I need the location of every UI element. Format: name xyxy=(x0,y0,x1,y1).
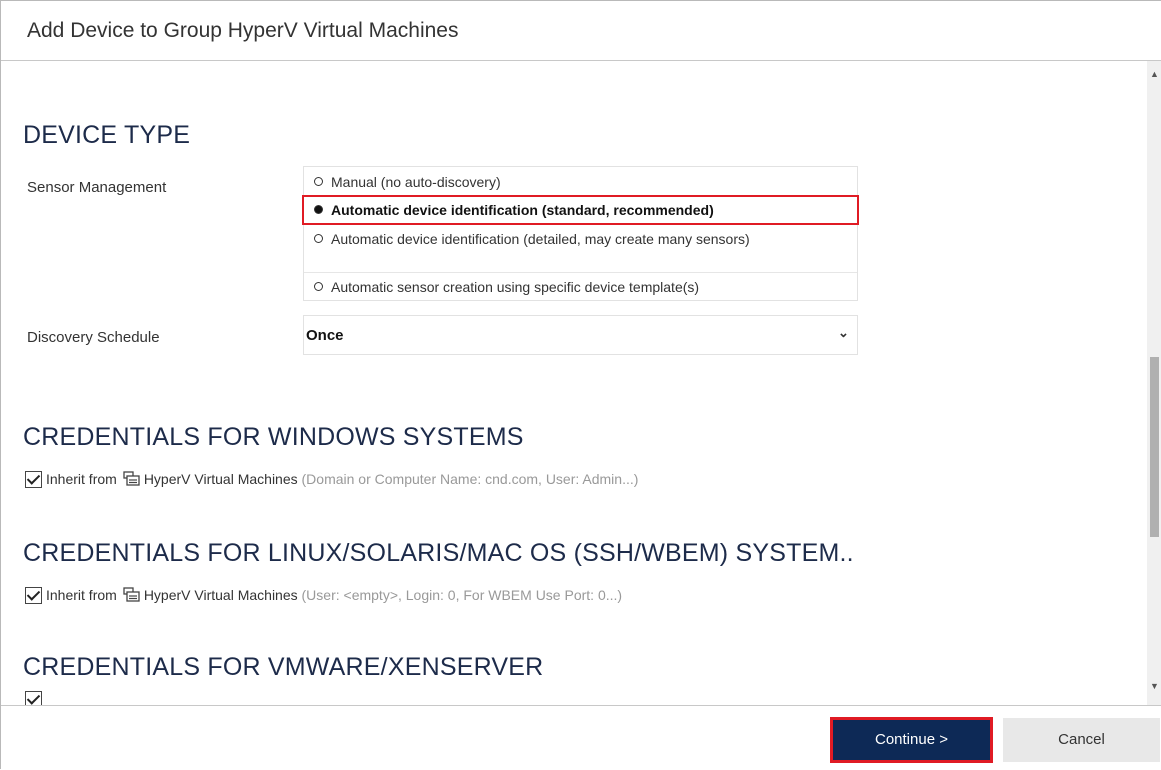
radio-circle-icon xyxy=(314,234,323,243)
selection-highlight-box xyxy=(302,195,859,225)
scroll-up-arrow-icon[interactable]: ▲ xyxy=(1150,69,1159,79)
cancel-button[interactable]: Cancel xyxy=(1003,718,1160,762)
linux-group-link[interactable]: HyperV Virtual Machines xyxy=(144,587,298,603)
discovery-schedule-select[interactable]: Once ⌄ xyxy=(303,315,858,355)
device-type-heading: DEVICE TYPE xyxy=(23,121,191,149)
linux-inherit-checkbox[interactable] xyxy=(25,587,42,604)
radio-circle-icon xyxy=(314,177,323,186)
radio-circle-icon xyxy=(314,282,323,291)
windows-credential-details: (Domain or Computer Name: cnd.com, User:… xyxy=(301,471,639,487)
windows-inherit-row: Inherit from HyperV Virtual Machines (Dom… xyxy=(25,471,638,488)
linux-inherit-row: Inherit from HyperV Virtual Machines (Use… xyxy=(25,587,622,604)
inherit-label: Inherit from xyxy=(46,587,117,603)
divider xyxy=(304,272,857,273)
vertical-scrollbar[interactable]: ▲ ▼ xyxy=(1147,61,1161,705)
radio-auto-detailed[interactable]: Automatic device identification (detaile… xyxy=(304,229,857,249)
group-icon xyxy=(123,471,140,486)
linux-credential-details: (User: <empty>, Login: 0, For WBEM Use P… xyxy=(301,587,623,603)
radio-manual[interactable]: Manual (no auto-discovery) xyxy=(304,172,857,192)
group-icon xyxy=(123,587,140,602)
vmware-credentials-heading: CREDENTIALS FOR VMWARE/XENSERVER xyxy=(23,653,544,681)
radio-manual-label: Manual (no auto-discovery) xyxy=(331,174,501,190)
radio-auto-detailed-label: Automatic device identification (detaile… xyxy=(331,231,750,247)
inherit-label: Inherit from xyxy=(46,471,117,487)
windows-group-link[interactable]: HyperV Virtual Machines xyxy=(144,471,298,487)
dialog-title: Add Device to Group HyperV Virtual Machi… xyxy=(27,19,459,42)
dialog-content: DEVICE TYPE Sensor Management Manual (no… xyxy=(1,61,1147,705)
windows-credentials-heading: CREDENTIALS FOR WINDOWS SYSTEMS xyxy=(23,423,524,451)
continue-button[interactable]: Continue > xyxy=(830,717,993,763)
add-device-dialog: Add Device to Group HyperV Virtual Machi… xyxy=(0,0,1161,770)
sensor-management-radio-group: Manual (no auto-discovery) Automatic dev… xyxy=(303,166,858,301)
windows-inherit-checkbox[interactable] xyxy=(25,471,42,488)
scrollbar-thumb[interactable] xyxy=(1150,357,1159,537)
radio-device-template[interactable]: Automatic sensor creation using specific… xyxy=(304,277,857,297)
linux-credentials-heading: CREDENTIALS FOR LINUX/SOLARIS/MAC OS (SS… xyxy=(23,539,854,567)
discovery-schedule-label: Discovery Schedule xyxy=(27,329,160,346)
vmware-inherit-row-cut xyxy=(25,691,46,705)
radio-device-template-label: Automatic sensor creation using specific… xyxy=(331,279,700,295)
dialog-titlebar: Add Device to Group HyperV Virtual Machi… xyxy=(1,1,1161,61)
scroll-down-arrow-icon[interactable]: ▼ xyxy=(1150,681,1159,691)
vmware-inherit-checkbox[interactable] xyxy=(25,691,42,705)
dialog-footer: Continue > Cancel xyxy=(1,705,1161,770)
discovery-schedule-value: Once xyxy=(306,327,344,344)
sensor-management-label: Sensor Management xyxy=(27,179,167,196)
chevron-down-icon: ⌄ xyxy=(838,325,849,340)
